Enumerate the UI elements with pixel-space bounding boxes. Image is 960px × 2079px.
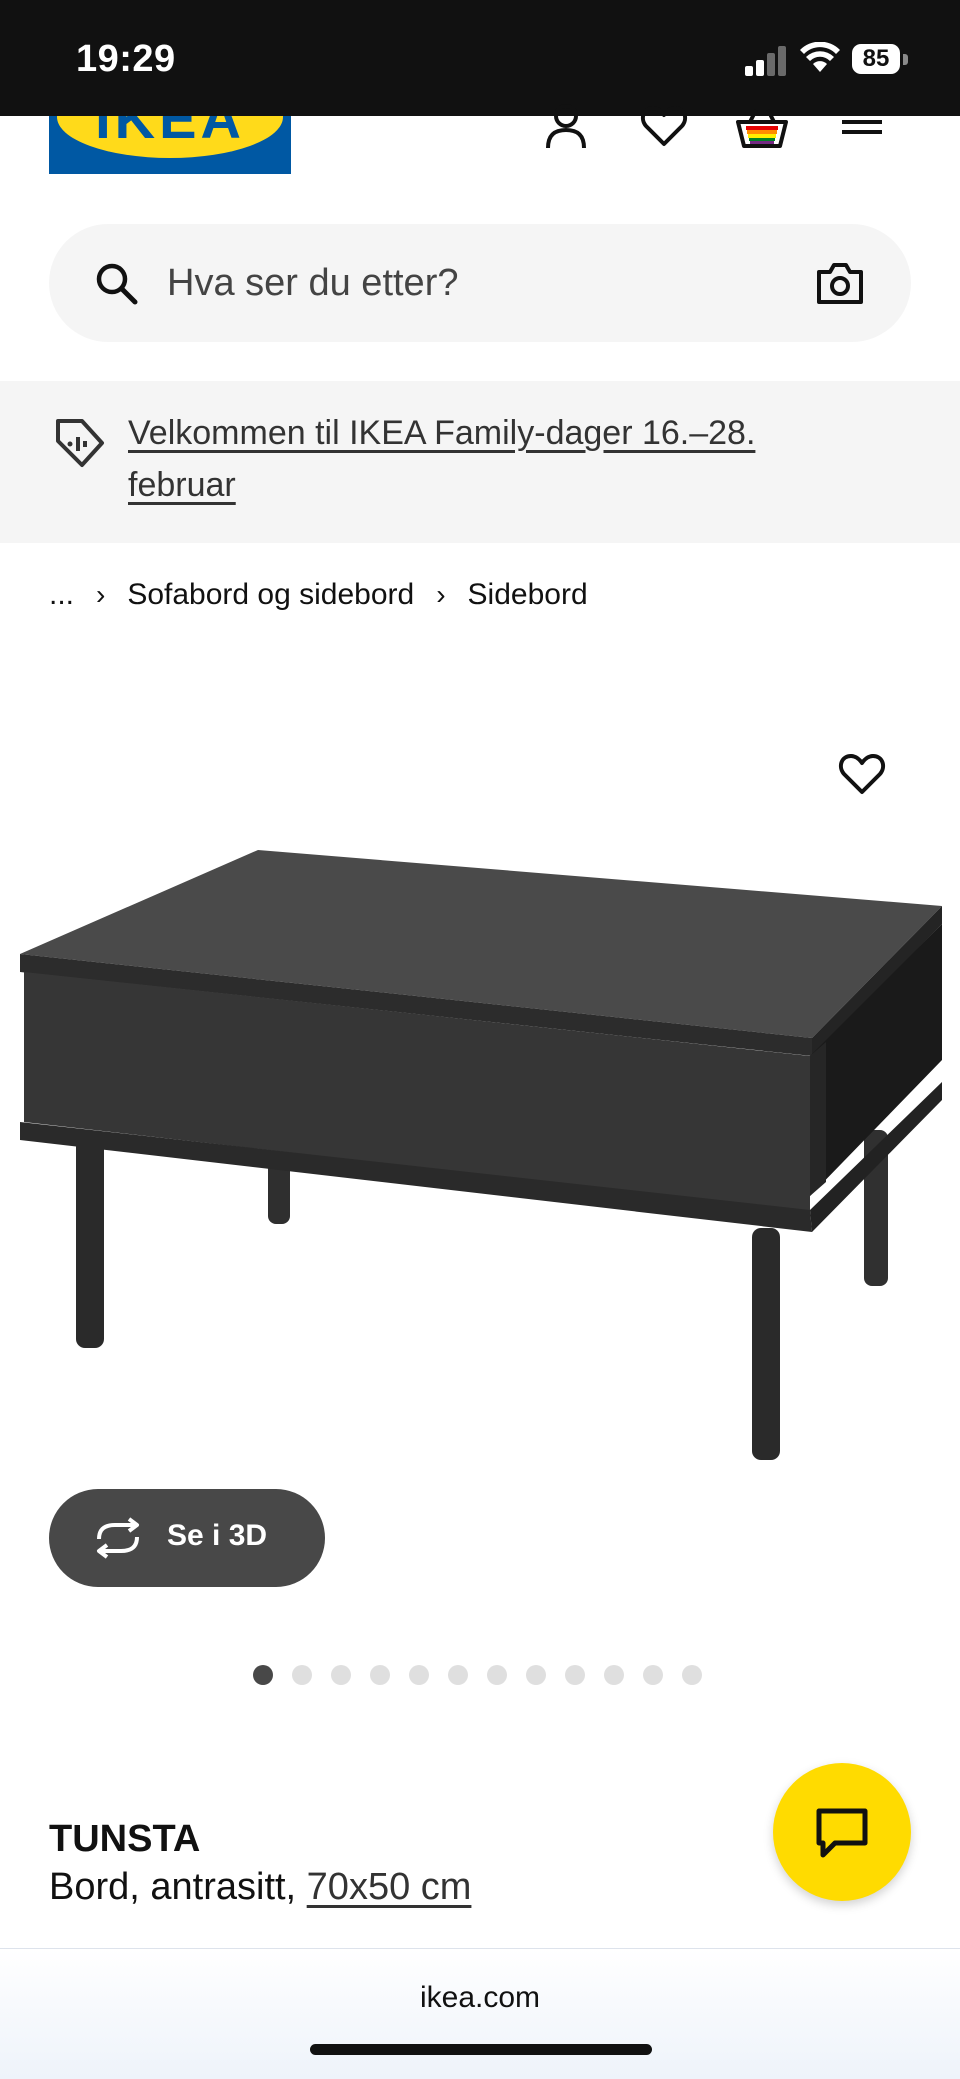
status-time: 19:29 <box>76 38 176 80</box>
carousel-dot[interactable] <box>487 1665 507 1685</box>
logo-text: IKEA <box>95 116 245 150</box>
chevron-right-icon: › <box>436 579 446 610</box>
search-bar[interactable]: Hva ser du etter? <box>49 224 911 342</box>
image-carousel-dots <box>253 1665 702 1685</box>
search-input[interactable]: Hva ser du etter? <box>167 262 458 305</box>
view-3d-label: Se i 3D <box>167 1519 268 1552</box>
battery-indicator: 85 <box>852 44 900 74</box>
product-name: TUNSTA <box>49 1818 201 1860</box>
signal-icon <box>745 44 787 76</box>
carousel-dot[interactable] <box>409 1665 429 1685</box>
chat-bubble-icon <box>816 1808 868 1858</box>
breadcrumb-item[interactable]: Sidebord <box>468 578 588 612</box>
camera-icon[interactable] <box>815 260 865 306</box>
carousel-dot[interactable] <box>682 1665 702 1685</box>
add-to-favourites-icon[interactable] <box>836 750 888 798</box>
chat-button[interactable] <box>773 1763 911 1901</box>
breadcrumb-ellipsis[interactable]: ... <box>49 578 74 612</box>
promo-link[interactable]: Velkommen til IKEA Family-dager 16.–28. … <box>128 407 848 511</box>
chevron-right-icon: › <box>96 579 106 610</box>
heart-icon[interactable] <box>638 100 690 152</box>
carousel-dot[interactable] <box>526 1665 546 1685</box>
carousel-dot[interactable] <box>448 1665 468 1685</box>
carousel-dot[interactable] <box>331 1665 351 1685</box>
product-description-text: Bord, antrasitt, <box>49 1866 307 1908</box>
user-icon[interactable] <box>540 100 592 152</box>
url-text: ikea.com <box>419 1981 541 2014</box>
promo-banner: Velkommen til IKEA Family-dager 16.–28. … <box>0 381 960 543</box>
carousel-dot[interactable] <box>253 1665 273 1685</box>
carousel-dot[interactable] <box>292 1665 312 1685</box>
status-bar: 19:29 85 <box>0 0 960 116</box>
wifi-icon <box>800 42 840 72</box>
view-3d-button[interactable]: Se i 3D <box>49 1489 325 1587</box>
carousel-dot[interactable] <box>643 1665 663 1685</box>
search-icon <box>96 263 138 305</box>
carousel-dot[interactable] <box>565 1665 585 1685</box>
product-image[interactable] <box>0 820 960 1480</box>
menu-icon[interactable] <box>836 100 888 152</box>
product-description: Bord, antrasitt, 70x50 cm <box>49 1866 471 1909</box>
basket-icon[interactable] <box>736 104 788 156</box>
ikea-logo[interactable]: IKEA <box>49 116 291 174</box>
home-indicator[interactable] <box>310 2044 652 2055</box>
browser-url-bar[interactable]: ikea.com <box>0 1948 960 2079</box>
breadcrumb: ... › Sofabord og sidebord › Sidebord <box>49 572 588 618</box>
carousel-dot[interactable] <box>604 1665 624 1685</box>
tag-icon <box>56 419 104 467</box>
product-size-link[interactable]: 70x50 cm <box>307 1866 472 1908</box>
breadcrumb-item[interactable]: Sofabord og sidebord <box>127 578 414 612</box>
battery-tip <box>903 54 908 65</box>
rotate-3d-icon <box>97 1517 139 1559</box>
carousel-dot[interactable] <box>370 1665 390 1685</box>
